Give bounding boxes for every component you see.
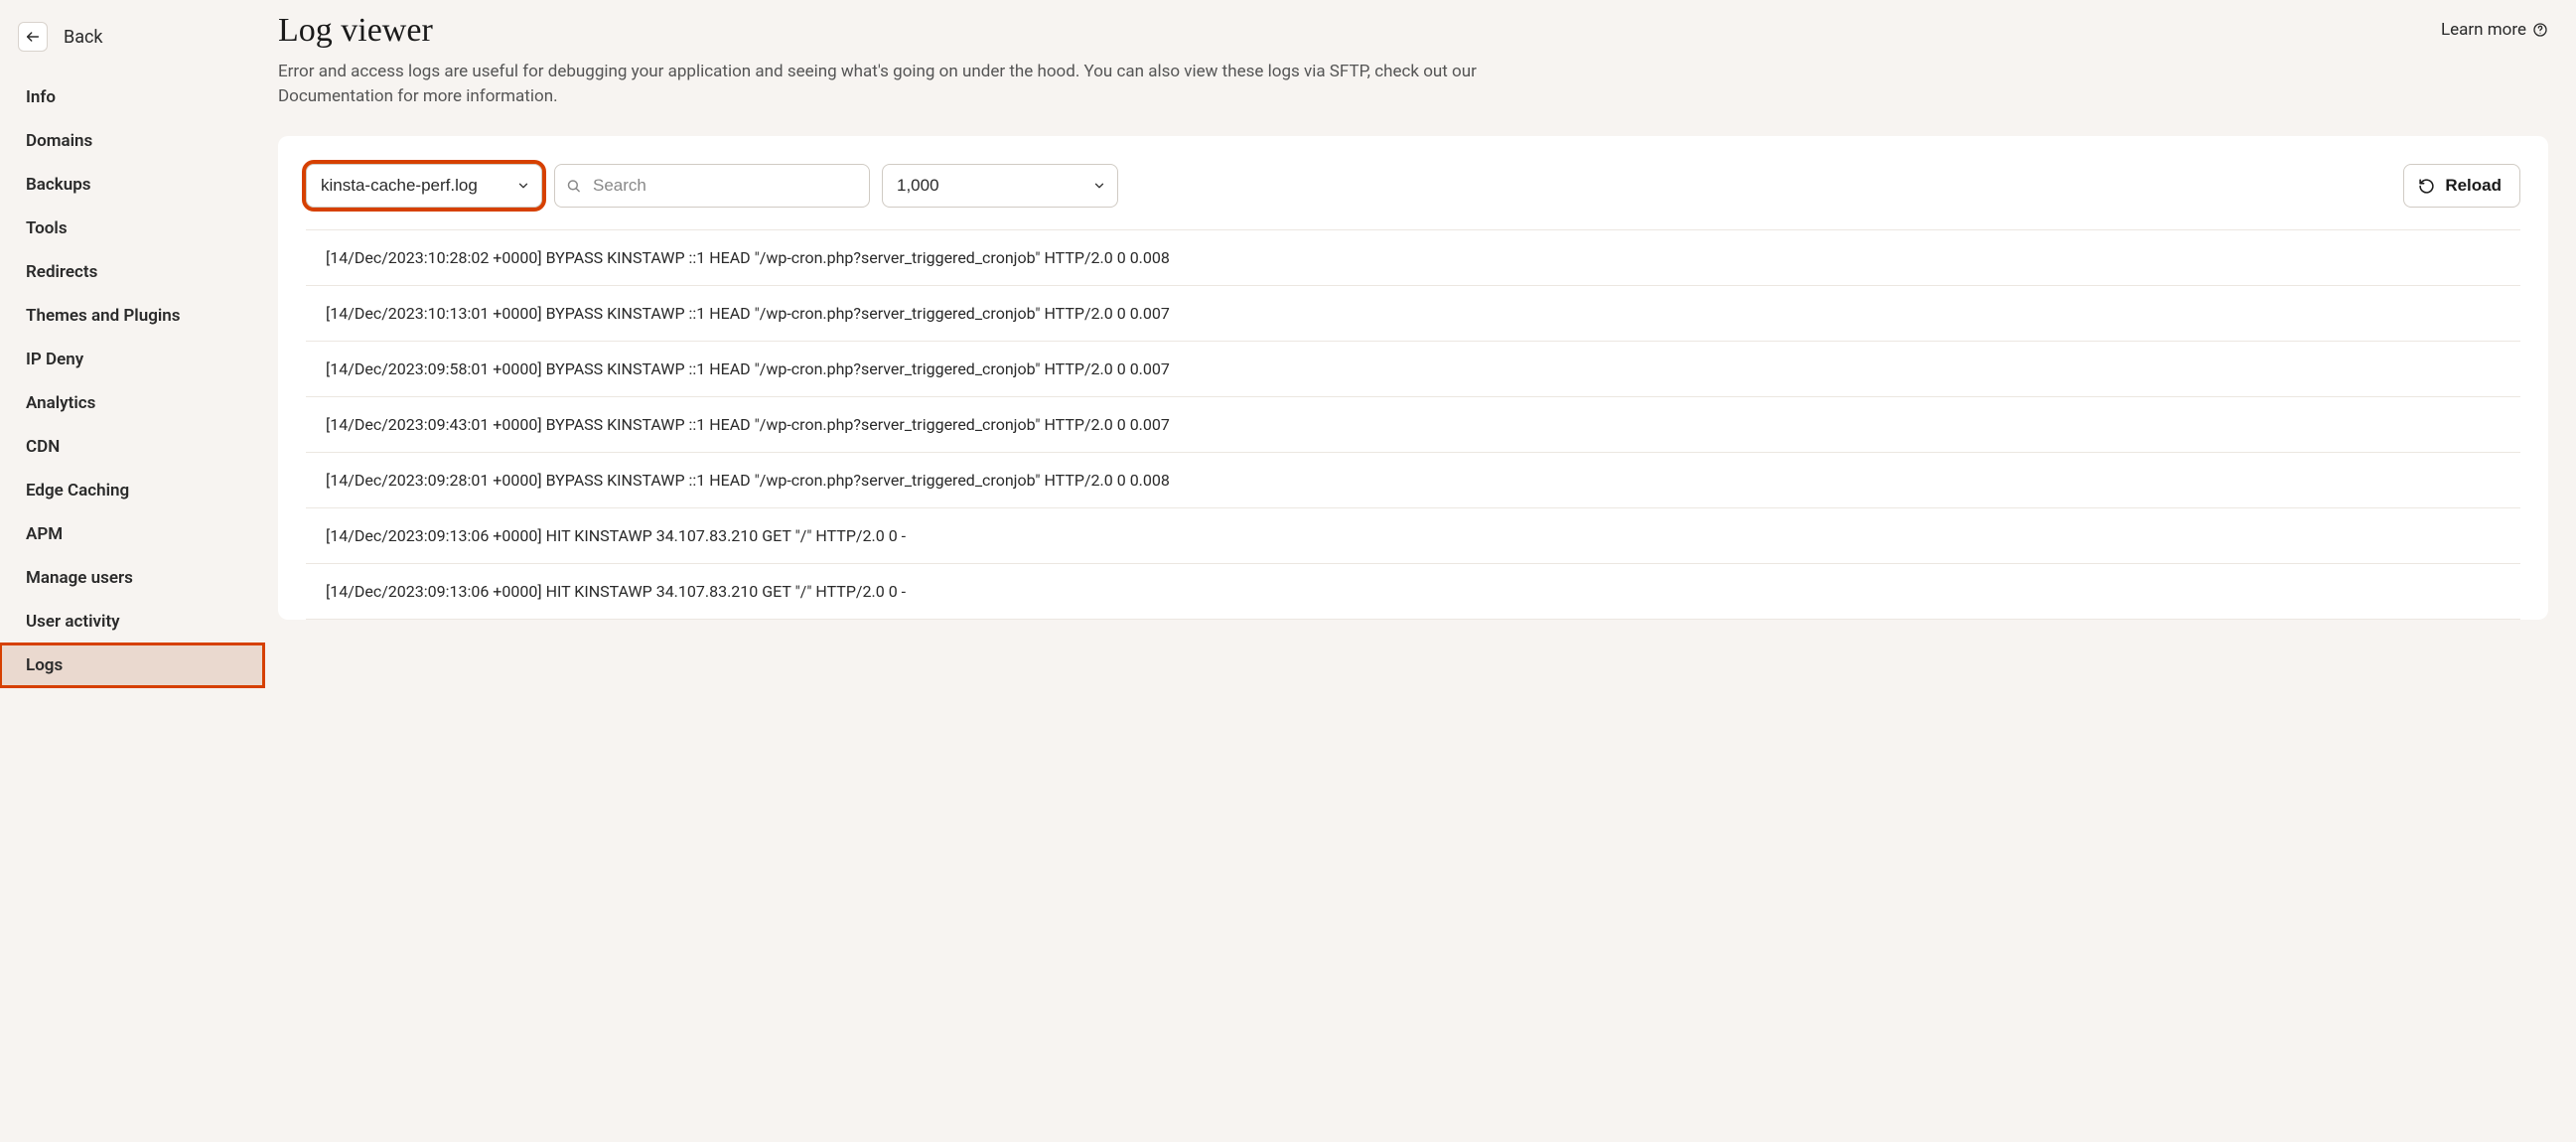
sidebar-item-redirects[interactable]: Redirects	[0, 250, 264, 294]
log-card: kinsta-cache-perf.log 1,000	[278, 136, 2548, 620]
sidebar-item-info[interactable]: Info	[0, 75, 264, 119]
count-select-wrap: 1,000	[882, 164, 1118, 208]
sidebar-item-manage-users[interactable]: Manage users	[0, 556, 264, 600]
sidebar-item-tools[interactable]: Tools	[0, 207, 264, 250]
sidebar-item-domains[interactable]: Domains	[0, 119, 264, 163]
back-row: Back	[0, 18, 264, 75]
log-list: [14/Dec/2023:10:28:02 +0000] BYPASS KINS…	[306, 229, 2520, 620]
main: Log viewer Learn more Error and access l…	[264, 0, 2576, 1142]
count-select[interactable]: 1,000	[882, 164, 1118, 208]
sidebar-item-edge-caching[interactable]: Edge Caching	[0, 469, 264, 512]
log-file-select-value: kinsta-cache-perf.log	[321, 176, 478, 196]
learn-more-label: Learn more	[2441, 20, 2526, 40]
sidebar-item-apm[interactable]: APM	[0, 512, 264, 556]
sidebar-item-backups[interactable]: Backups	[0, 163, 264, 207]
log-row: [14/Dec/2023:09:58:01 +0000] BYPASS KINS…	[306, 342, 2520, 397]
sidebar-item-user-activity[interactable]: User activity	[0, 600, 264, 643]
log-row: [14/Dec/2023:09:13:06 +0000] HIT KINSTAW…	[306, 564, 2520, 620]
log-row: [14/Dec/2023:10:28:02 +0000] BYPASS KINS…	[306, 229, 2520, 286]
toolbar: kinsta-cache-perf.log 1,000	[306, 164, 2520, 208]
help-circle-icon	[2532, 22, 2548, 38]
nav-list: InfoDomainsBackupsToolsRedirectsThemes a…	[0, 75, 264, 687]
sidebar-item-logs[interactable]: Logs	[0, 643, 264, 687]
search-wrap	[554, 164, 870, 208]
count-select-value: 1,000	[897, 176, 939, 196]
sidebar-item-themes-and-plugins[interactable]: Themes and Plugins	[0, 294, 264, 338]
page-head: Log viewer Learn more	[278, 12, 2548, 50]
reload-icon	[2418, 178, 2435, 195]
log-row: [14/Dec/2023:09:28:01 +0000] BYPASS KINS…	[306, 453, 2520, 508]
sidebar-item-analytics[interactable]: Analytics	[0, 381, 264, 425]
log-file-select-wrap: kinsta-cache-perf.log	[306, 164, 542, 208]
sidebar-item-cdn[interactable]: CDN	[0, 425, 264, 469]
page-title: Log viewer	[278, 12, 433, 50]
search-input[interactable]	[554, 164, 870, 208]
sidebar-item-ip-deny[interactable]: IP Deny	[0, 338, 264, 381]
back-label[interactable]: Back	[64, 27, 103, 48]
sidebar: Back InfoDomainsBackupsToolsRedirectsThe…	[0, 0, 264, 1142]
arrow-left-icon	[25, 29, 41, 45]
log-row: [14/Dec/2023:09:43:01 +0000] BYPASS KINS…	[306, 397, 2520, 453]
log-row: [14/Dec/2023:09:13:06 +0000] HIT KINSTAW…	[306, 508, 2520, 564]
log-row: [14/Dec/2023:10:13:01 +0000] BYPASS KINS…	[306, 286, 2520, 342]
back-button[interactable]	[18, 22, 48, 52]
page-description: Error and access logs are useful for deb…	[278, 60, 1549, 108]
reload-button[interactable]: Reload	[2403, 164, 2520, 208]
reload-label: Reload	[2445, 176, 2502, 196]
learn-more-link[interactable]: Learn more	[2441, 12, 2548, 40]
search-icon	[566, 179, 581, 194]
log-file-select[interactable]: kinsta-cache-perf.log	[306, 164, 542, 208]
